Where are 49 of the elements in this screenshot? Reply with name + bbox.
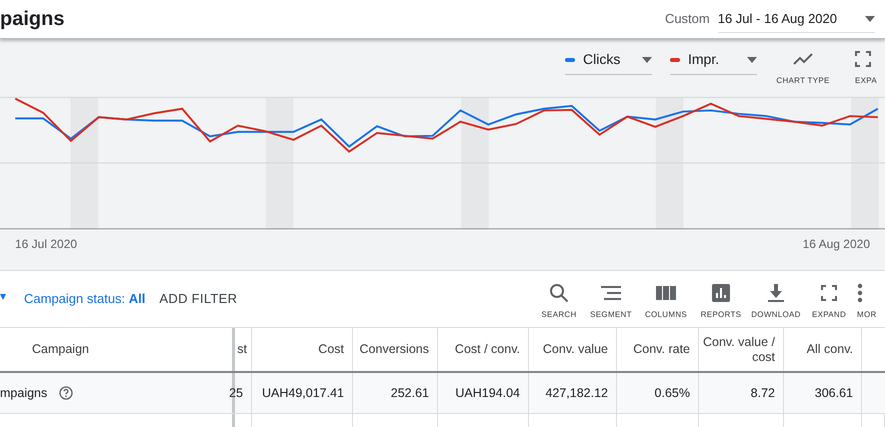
date-label: Custom: [664, 10, 710, 28]
table-cell-text: 8.72: [750, 384, 775, 402]
more-button[interactable]: MOR: [857, 283, 885, 321]
date-range-dropdown[interactable]: 16 Jul - 16 Aug 2020: [718, 4, 875, 34]
expand-button[interactable]: EXPAND: [807, 283, 851, 321]
table-cell-text: UAH194.04: [455, 384, 520, 402]
table-cell-text: 0.65%: [654, 384, 690, 402]
caret-icon: [747, 56, 757, 62]
more-icon: [857, 283, 863, 303]
table-cell-text: UAH49,017.41: [262, 384, 344, 402]
column-header[interactable]: Conv. rate: [617, 328, 699, 371]
chart-type-button[interactable]: CHART TYPE: [775, 49, 831, 87]
axis-label: 16 Jul 2020: [15, 236, 78, 253]
line-chart-icon: [793, 52, 813, 66]
column-header[interactable]: Cost / conv.: [438, 328, 529, 371]
columns-button[interactable]: COLUMNS: [641, 283, 691, 321]
table-cell-text: 306.61: [814, 384, 853, 402]
download-icon: [768, 284, 784, 302]
expand-icon: [821, 285, 837, 301]
filter-caret-icon: [0, 294, 6, 300]
page-title: paigns: [0, 7, 64, 32]
column-header[interactable]: Conv. value: [529, 328, 617, 371]
caret-icon: [642, 56, 652, 62]
column-header[interactable]: Cost: [252, 328, 353, 371]
add-filter-button[interactable]: ADD FILTER: [159, 289, 238, 309]
status-filter-chip[interactable]: Campaign status: All: [24, 289, 146, 309]
table-cell-text: 252.61: [390, 384, 429, 402]
search-button[interactable]: SEARCH: [537, 283, 581, 321]
search-icon: [549, 283, 569, 303]
metric-dropdown[interactable]: Impr.: [670, 49, 757, 75]
caret-icon: [865, 16, 875, 22]
column-header[interactable]: Conversions: [353, 328, 438, 371]
download-button[interactable]: DOWNLOAD: [751, 283, 801, 321]
bar-chart-icon: [712, 284, 730, 302]
segment-button[interactable]: SEGMENT: [587, 283, 635, 321]
expand-icon: [855, 51, 871, 67]
lines-icon: [601, 286, 621, 300]
columns-icon: [656, 286, 676, 300]
column-header[interactable]: All conv.: [784, 328, 862, 371]
table-cell-text: 25: [229, 384, 243, 402]
table-cell-text: mpaigns: [0, 384, 48, 402]
reports-button[interactable]: REPORTS: [697, 283, 745, 321]
table-cell-text: 427,182.12: [545, 384, 608, 402]
help-icon[interactable]: [59, 386, 74, 400]
column-header[interactable]: st: [235, 328, 252, 371]
column-header[interactable]: Conv. value / cost: [699, 328, 784, 371]
metric-dropdown[interactable]: Clicks: [565, 49, 652, 75]
axis-label: 16 Aug 2020: [802, 236, 870, 253]
expand-button[interactable]: EXPA: [855, 49, 885, 87]
